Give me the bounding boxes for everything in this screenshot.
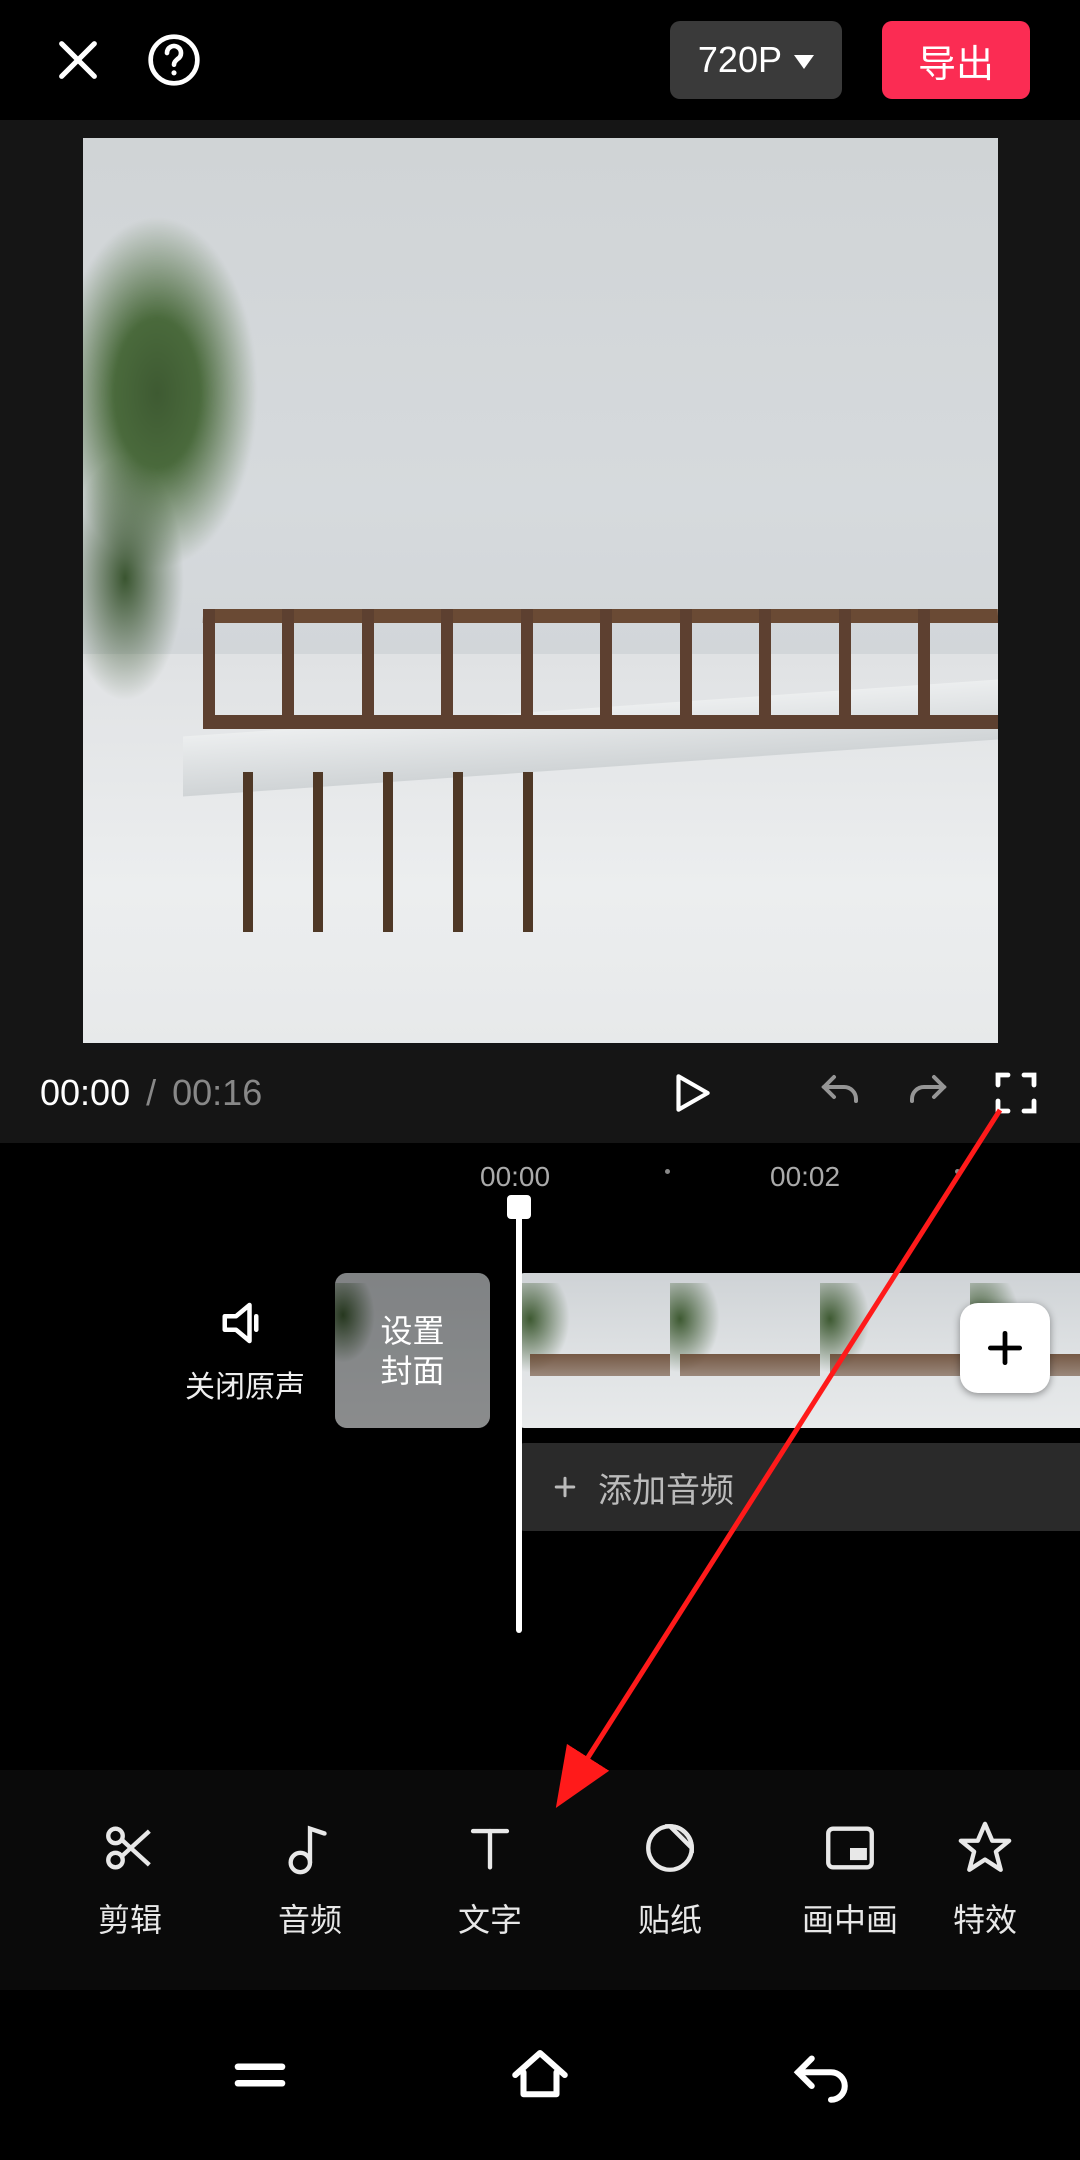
close-button[interactable] [50,32,106,88]
tool-sticker[interactable]: 贴纸 [580,1819,760,1941]
add-audio-label: 添加音频 [598,1463,734,1512]
ruler-dot [955,1169,960,1174]
tool-label: 剪辑 [98,1895,162,1941]
tool-text[interactable]: 文字 [400,1819,580,1941]
ruler-dot [665,1169,670,1174]
sticker-icon [641,1819,699,1877]
redo-button[interactable] [904,1069,952,1117]
tool-label: 画中画 [802,1895,898,1941]
undo-button[interactable] [816,1069,864,1117]
preview-railing [203,609,998,729]
tool-label: 音频 [278,1895,342,1941]
ruler-tick: 00:02 [770,1161,840,1193]
tool-edit[interactable]: 剪辑 [40,1819,220,1941]
fullscreen-button[interactable] [992,1069,1040,1117]
cover-label: 设置 封面 [380,1311,444,1391]
export-label: 导出 [918,33,994,88]
text-icon [461,1819,519,1877]
time-display: 00:00 / 00:16 [40,1072,262,1114]
video-preview[interactable] [83,138,998,1043]
empty-space [0,1633,1080,1770]
tool-pip[interactable]: 画中画 [760,1819,940,1941]
resolution-label: 720P [698,39,782,81]
plus-icon [550,1472,580,1502]
undo-redo-group [816,1069,952,1117]
chevron-down-icon [794,55,814,69]
play-button[interactable] [666,1068,716,1118]
track-left-controls: 关闭原声 设置 封面 [0,1273,520,1428]
export-button[interactable]: 导出 [882,21,1030,99]
picture-in-picture-icon [821,1819,879,1877]
resolution-selector[interactable]: 720P [670,21,842,99]
add-clip-button[interactable] [960,1303,1050,1393]
preview-container [0,120,1080,1043]
system-nav-bar [0,1990,1080,2160]
home-icon [507,2042,573,2108]
tool-label: 文字 [458,1895,522,1941]
add-audio-track[interactable]: 添加音频 [520,1443,1080,1531]
star-icon [956,1819,1014,1877]
help-button[interactable] [146,32,202,88]
current-time: 00:00 [40,1072,130,1113]
timeline-ruler[interactable]: 00:00 00:02 [0,1153,1080,1203]
tracks-area: 关闭原声 设置 封面 添加音频 [0,1203,1080,1633]
clip-thumbnail [820,1273,970,1428]
tool-effects[interactable]: 特效 [930,1819,1040,1941]
preview-legs [243,772,743,932]
clip-thumbnail [520,1273,670,1428]
tool-label: 贴纸 [638,1895,702,1941]
music-note-icon [281,1819,339,1877]
speaker-icon [218,1296,272,1350]
menu-icon [227,2042,293,2108]
clip-thumbnail [670,1273,820,1428]
scissors-icon [101,1819,159,1877]
nav-menu-button[interactable] [227,2042,293,2108]
timeline-zone: 00:00 00:02 关闭原声 设置 封面 [0,1143,1080,1633]
back-icon [787,2042,853,2108]
tool-label: 特效 [953,1895,1017,1941]
app-root: 720P 导出 00:00 / 00:16 [0,0,1080,2160]
bottom-toolbar: 剪辑 音频 文字 贴纸 画中画 特效 [0,1770,1080,1990]
tool-audio[interactable]: 音频 [220,1819,400,1941]
mute-label: 关闭原声 [185,1362,305,1406]
ruler-tick: 00:00 [480,1161,550,1193]
header-bar: 720P 导出 [0,0,1080,120]
time-separator: / [146,1072,156,1113]
plus-icon [983,1326,1027,1370]
playback-bar: 00:00 / 00:16 [0,1043,1080,1143]
nav-home-button[interactable] [507,2042,573,2108]
set-cover-button[interactable]: 设置 封面 [335,1273,490,1428]
mute-original-button[interactable]: 关闭原声 [185,1296,305,1406]
total-time: 00:16 [172,1072,262,1113]
nav-back-button[interactable] [787,2042,853,2108]
playhead[interactable] [516,1203,522,1633]
